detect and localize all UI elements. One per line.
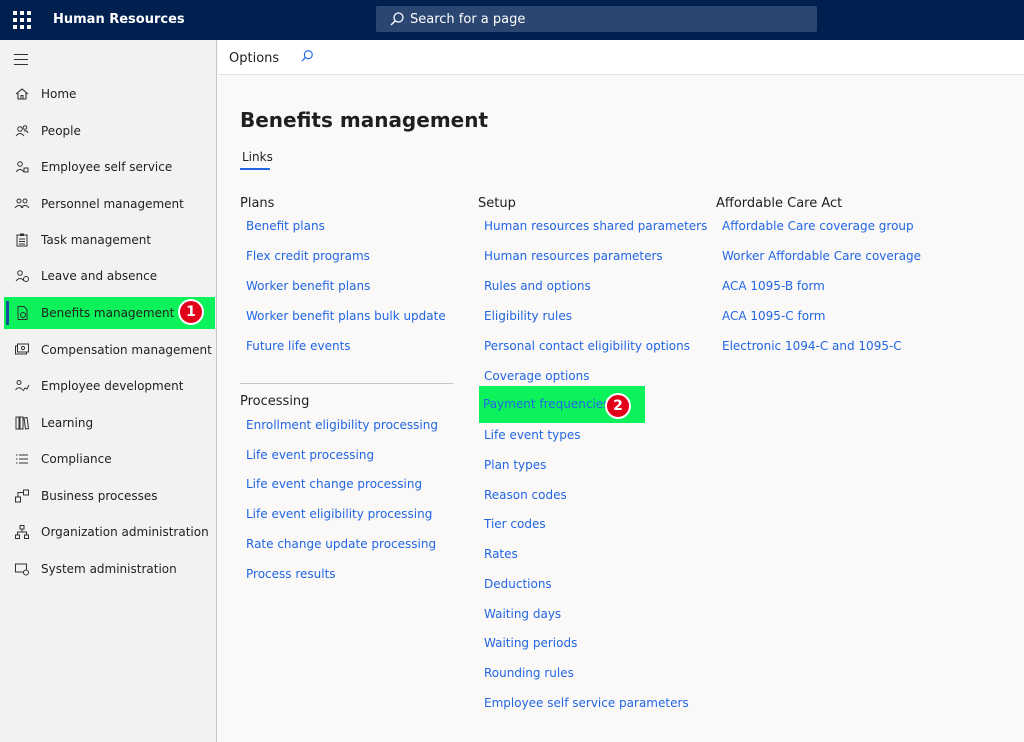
- command-bar: Options: [218, 40, 1024, 75]
- hamburger-menu-icon[interactable]: [14, 54, 28, 65]
- callout-badge-1: 1: [178, 299, 204, 325]
- sidebar-item-label: Business processes: [41, 489, 158, 503]
- tab-links[interactable]: Links: [242, 150, 273, 164]
- sidebar-item-learning[interactable]: Learning: [4, 407, 215, 439]
- link-life-event-eligibility-processing[interactable]: Life event eligibility processing: [246, 507, 432, 521]
- sidebar-item-label: Compliance: [41, 452, 112, 466]
- link-hr-shared-parameters[interactable]: Human resources shared parameters: [484, 219, 707, 233]
- sidebar-item-label: Personnel management: [41, 197, 184, 211]
- money-icon: [15, 343, 29, 355]
- team-icon: [14, 198, 30, 209]
- sidebar-item-label: Task management: [41, 233, 152, 247]
- sidebar-item-compliance[interactable]: Compliance: [4, 443, 215, 475]
- link-aca-1095-b-form[interactable]: ACA 1095-B form: [722, 279, 825, 293]
- processing-heading: Processing: [240, 394, 310, 409]
- link-hr-parameters[interactable]: Human resources parameters: [484, 249, 663, 263]
- sidebar-item-label: Employee self service: [41, 160, 173, 174]
- tab-underline: [240, 168, 270, 170]
- app-title[interactable]: Human Resources: [53, 12, 185, 27]
- link-enrollment-eligibility-processing[interactable]: Enrollment eligibility processing: [246, 418, 438, 432]
- setup-heading: Setup: [478, 196, 516, 211]
- search-box[interactable]: Search for a page: [376, 6, 817, 32]
- link-rounding-rules[interactable]: Rounding rules: [484, 666, 574, 680]
- navigation-pane: Home People Employee self service Person…: [0, 40, 217, 742]
- home-icon: [15, 88, 29, 100]
- link-plan-types[interactable]: Plan types: [484, 458, 546, 472]
- link-reason-codes[interactable]: Reason codes: [484, 488, 567, 502]
- search-icon[interactable]: [300, 49, 314, 63]
- link-deductions[interactable]: Deductions: [484, 577, 552, 591]
- link-waiting-periods[interactable]: Waiting periods: [484, 636, 577, 650]
- link-electronic-1094-c-1095-c[interactable]: Electronic 1094-C and 1095-C: [722, 339, 902, 353]
- link-worker-benefit-plans-bulk-update[interactable]: Worker benefit plans bulk update: [246, 309, 446, 323]
- aca-heading: Affordable Care Act: [716, 196, 843, 211]
- link-coverage-options[interactable]: Coverage options: [484, 369, 590, 383]
- person-clock-icon: [15, 270, 29, 282]
- section-divider: [240, 383, 453, 384]
- sidebar-item-label: Home: [41, 87, 77, 101]
- app-launcher-icon[interactable]: [13, 11, 31, 29]
- search-icon: [390, 12, 404, 26]
- link-life-event-change-processing[interactable]: Life event change processing: [246, 477, 422, 491]
- sidebar-item-system-administration[interactable]: System administration: [4, 553, 215, 585]
- page-title: Benefits management: [240, 108, 489, 132]
- link-benefit-plans[interactable]: Benefit plans: [246, 219, 325, 233]
- list-icon: [16, 454, 28, 464]
- books-icon: [15, 416, 30, 430]
- link-waiting-days[interactable]: Waiting days: [484, 607, 561, 621]
- link-payment-frequencies[interactable]: Payment frequencies: [483, 397, 609, 411]
- sidebar-item-label: Benefits management: [41, 306, 175, 320]
- link-process-results[interactable]: Process results: [246, 567, 336, 581]
- search-placeholder: Search for a page: [410, 12, 526, 27]
- sidebar-item-label: Leave and absence: [41, 269, 158, 283]
- link-rules-and-options[interactable]: Rules and options: [484, 279, 591, 293]
- sidebar-item-task-management[interactable]: Task management: [4, 224, 215, 256]
- sidebar-item-label: System administration: [41, 562, 177, 576]
- settings-icon: [15, 563, 29, 576]
- options-button[interactable]: Options: [229, 51, 279, 66]
- sidebar-item-compensation-management[interactable]: Compensation management: [4, 334, 215, 366]
- sidebar-item-leave-and-absence[interactable]: Leave and absence: [4, 260, 215, 292]
- link-aca-1095-c-form[interactable]: ACA 1095-C form: [722, 309, 825, 323]
- link-flex-credit-programs[interactable]: Flex credit programs: [246, 249, 370, 263]
- plans-heading: Plans: [240, 196, 275, 211]
- sidebar-item-label: Organization administration: [41, 525, 209, 539]
- sidebar-item-home[interactable]: Home: [4, 78, 215, 110]
- sidebar-item-label: Employee development: [41, 379, 184, 393]
- link-worker-benefit-plans[interactable]: Worker benefit plans: [246, 279, 370, 293]
- growth-icon: [15, 380, 30, 392]
- sidebar-item-employee-development[interactable]: Employee development: [4, 370, 215, 402]
- sidebar-item-business-processes[interactable]: Business processes: [4, 480, 215, 512]
- link-eligibility-rules[interactable]: Eligibility rules: [484, 309, 572, 323]
- sidebar-item-label: People: [41, 124, 81, 138]
- people-icon: [15, 125, 29, 137]
- link-tier-codes[interactable]: Tier codes: [484, 517, 546, 531]
- link-life-event-types[interactable]: Life event types: [484, 428, 581, 442]
- callout-badge-2: 2: [605, 393, 631, 419]
- link-worker-affordable-care-coverage[interactable]: Worker Affordable Care coverage: [722, 249, 921, 263]
- sidebar-item-label: Learning: [41, 416, 94, 430]
- link-employee-self-service-parameters[interactable]: Employee self service parameters: [484, 696, 689, 710]
- link-future-life-events[interactable]: Future life events: [246, 339, 351, 353]
- link-personal-contact-eligibility-options[interactable]: Personal contact eligibility options: [484, 339, 690, 353]
- sidebar-item-personnel-management[interactable]: Personnel management: [4, 188, 215, 220]
- link-rates[interactable]: Rates: [484, 547, 518, 561]
- person-icon: [15, 161, 29, 173]
- link-life-event-processing[interactable]: Life event processing: [246, 448, 374, 462]
- sidebar-item-people[interactable]: People: [4, 115, 215, 147]
- flow-icon: [15, 489, 29, 503]
- document-icon: [17, 306, 28, 320]
- link-affordable-care-coverage-group[interactable]: Affordable Care coverage group: [722, 219, 914, 233]
- clipboard-icon: [16, 233, 28, 247]
- sidebar-item-employee-self-service[interactable]: Employee self service: [4, 151, 215, 183]
- sidebar-item-organization-administration[interactable]: Organization administration: [4, 516, 215, 548]
- sidebar-item-label: Compensation management: [41, 343, 212, 357]
- org-icon: [15, 525, 29, 539]
- top-bar: Human Resources Search for a page: [0, 0, 1024, 40]
- link-rate-change-update-processing[interactable]: Rate change update processing: [246, 537, 436, 551]
